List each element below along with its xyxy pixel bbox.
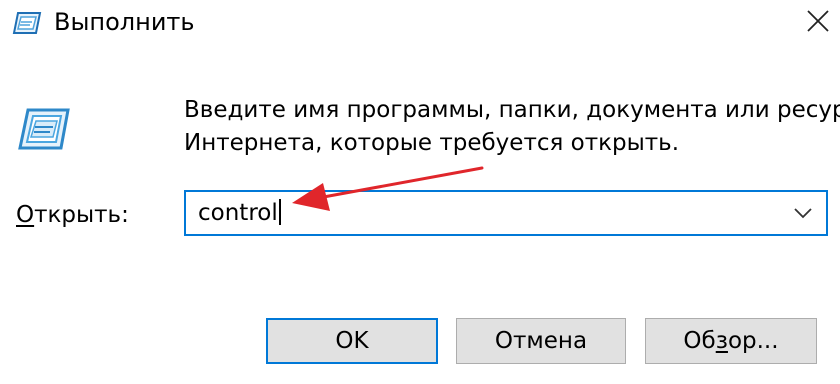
browse-label-mnemonic: з	[715, 328, 728, 354]
open-label-text: ткрыть:	[34, 202, 129, 228]
instructions-text: Введите имя программы, папки, документа …	[184, 94, 840, 160]
open-combobox[interactable]: control	[184, 190, 828, 236]
open-input[interactable]: control	[198, 198, 281, 228]
title-bar[interactable]: Выполнить	[0, 0, 840, 46]
text-cursor	[278, 199, 281, 225]
open-input-value: control	[198, 200, 278, 226]
close-icon	[807, 10, 829, 32]
window-title: Выполнить	[54, 8, 195, 36]
ok-button-label: OK	[335, 328, 369, 354]
open-field-label: Открыть:	[16, 200, 129, 230]
dropdown-button[interactable]	[786, 192, 820, 234]
cancel-button-label: Отмена	[494, 328, 588, 354]
cancel-button[interactable]: Отмена	[456, 318, 626, 364]
browse-label-end: ор...	[727, 328, 779, 354]
browse-label-start: Об	[683, 328, 716, 354]
open-label-mnemonic: О	[16, 202, 35, 228]
close-button[interactable]	[796, 0, 840, 42]
instructions-line-1: Введите имя программы, папки, документа …	[184, 97, 840, 123]
instructions-line-2: Интернета, которые требуется открыть.	[184, 130, 680, 156]
run-dialog: Выполнить Введите имя программы, папки, …	[0, 0, 840, 384]
chevron-down-icon	[794, 208, 812, 219]
browse-button[interactable]: Об з ор...	[645, 318, 817, 364]
ok-button[interactable]: OK	[266, 318, 438, 364]
run-dialog-icon	[12, 10, 42, 36]
run-program-icon	[16, 104, 72, 154]
